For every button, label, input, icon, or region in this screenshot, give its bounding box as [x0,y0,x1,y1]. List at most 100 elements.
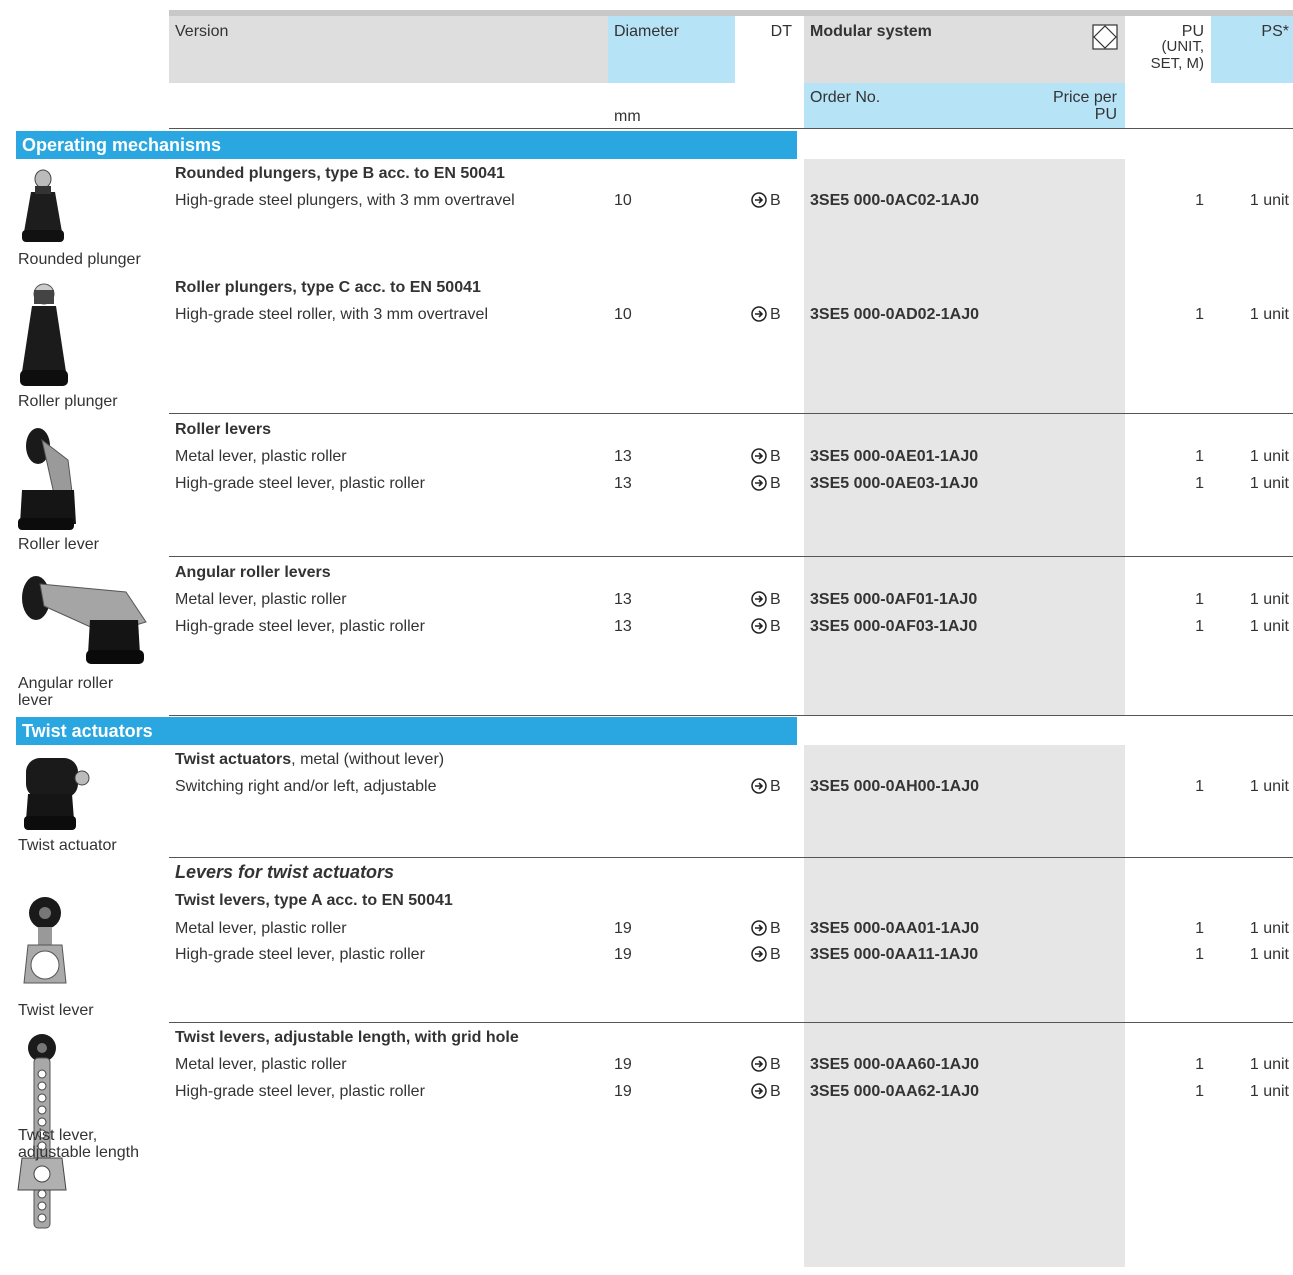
row-pu: 1 [1195,778,1204,795]
row-ps: 1 unit [1249,591,1289,608]
group-title: Twist levers, type A acc. to EN 50041 [175,892,453,909]
arrow-right-circle-icon [751,618,767,634]
row-order: 3SE5 000-0AH00-1AJ0 [810,778,979,795]
row-ps: 1 unit [1249,618,1289,635]
row-desc: High-grade steel lever, plastic roller [175,946,425,963]
row-dia: 10 [614,306,632,323]
modular-system-icon [1092,24,1118,50]
col-order-no: Order No. [810,89,881,106]
image-label: Roller lever [18,536,99,553]
row-ps: 1 unit [1249,778,1289,795]
group-title: Rounded plungers, type B acc. to EN 5004… [175,165,505,182]
col-pu-sub1: (UNIT, [1161,38,1205,55]
arrow-right-circle-icon [751,306,767,322]
row-pu: 1 [1195,1056,1204,1073]
row-order: 3SE5 000-0AE03-1AJ0 [810,475,979,492]
row-order: 3SE5 000-0AA60-1AJ0 [810,1056,979,1073]
row-dia: 19 [614,920,632,937]
group-title: Roller levers [175,421,272,438]
image-label: Angular roller [18,675,114,692]
row-ps: 1 unit [1249,1083,1289,1100]
row-pu: 1 [1195,192,1204,209]
roller-lever-image [18,428,76,530]
row-order: 3SE5 000-0AA62-1AJ0 [810,1083,979,1100]
col-ps: PS* [1261,23,1289,40]
row-ps: 1 unit [1249,448,1289,465]
row-order: 3SE5 000-0AC02-1AJ0 [810,192,979,209]
row-dt: B [770,475,781,492]
row-desc: Metal lever, plastic roller [175,920,347,937]
row-dt: B [770,306,781,323]
group-title-bold: Twist actuators [175,751,292,768]
image-label: Twist lever [18,1002,94,1019]
row-dt: B [770,192,781,209]
row-dt: B [770,591,781,608]
row-order: 3SE5 000-0AF01-1AJ0 [810,591,978,608]
col-diameter: Diameter [614,23,679,40]
row-dt: B [770,946,781,963]
col-price-per: Price per [1052,89,1117,106]
row-dia: 13 [614,618,632,635]
separator [169,857,1293,858]
row-pu: 1 [1195,448,1204,465]
row-desc: High-grade steel lever, plastic roller [175,1083,425,1100]
row-desc: Switching right and/or left, adjustable [175,778,437,795]
arrow-right-circle-icon [751,778,767,794]
image-label: Twist actuator [18,837,117,854]
group-title: Roller plungers, type C acc. to EN 50041 [175,279,481,296]
row-ps: 1 unit [1249,192,1289,209]
separator [169,715,1293,716]
row-dia: 13 [614,591,632,608]
row-pu: 1 [1195,1083,1204,1100]
row-dia: 19 [614,1056,632,1073]
row-desc: High-grade steel lever, plastic roller [175,475,425,492]
arrow-right-circle-icon [751,475,767,491]
row-ps: 1 unit [1249,475,1289,492]
row-dia: 13 [614,448,632,465]
group-title-rest: , metal (without lever) [291,751,445,768]
row-pu: 1 [1195,618,1204,635]
arrow-right-circle-icon [751,591,767,607]
image-label: lever [18,692,53,709]
col-pu-sub2: SET, M) [1150,55,1204,72]
row-desc: Metal lever, plastic roller [175,448,347,465]
row-dt: B [770,920,781,937]
row-dt: B [770,1083,781,1100]
arrow-right-circle-icon [751,1056,767,1072]
angular-roller-lever-image [22,576,147,664]
row-order: 3SE5 000-0AE01-1AJ0 [810,448,979,465]
separator [169,1022,1293,1023]
arrow-right-circle-icon [751,1083,767,1099]
row-order: 3SE5 000-0AF03-1AJ0 [810,618,978,635]
image-label: Rounded plunger [18,251,141,268]
row-order: 3SE5 000-0AA01-1AJ0 [810,920,979,937]
image-label: Roller plunger [18,393,118,410]
row-ps: 1 unit [1249,306,1289,323]
row-pu: 1 [1195,591,1204,608]
order-column-bg-2 [804,745,1125,1267]
separator [169,556,1293,557]
row-desc: High-grade steel roller, with 3 mm overt… [175,306,489,323]
row-pu: 1 [1195,475,1204,492]
row-dt: B [770,618,781,635]
row-dt: B [770,778,781,795]
row-order: 3SE5 000-0AA11-1AJ0 [810,946,979,963]
twist-actuator-image [24,758,90,830]
row-ps: 1 unit [1249,920,1289,937]
image-label: Twist lever, [18,1127,98,1144]
twist-lever-image [23,897,67,984]
row-desc: Metal lever, plastic roller [175,1056,347,1073]
subgroup-title: Levers for twist actuators [175,862,395,882]
header-version-cell [169,16,608,83]
row-pu: 1 [1195,306,1204,323]
row-desc: High-grade steel lever, plastic roller [175,618,425,635]
row-dia: 19 [614,946,632,963]
arrow-right-circle-icon [751,946,767,962]
col-modular-system: Modular system [810,23,932,40]
group-title: Angular roller levers [175,564,331,581]
row-dia: 19 [614,1083,632,1100]
col-version: Version [175,23,229,40]
row-desc: High-grade steel plungers, with 3 mm ove… [175,192,515,209]
row-ps: 1 unit [1249,946,1289,963]
col-mm: mm [614,108,641,125]
